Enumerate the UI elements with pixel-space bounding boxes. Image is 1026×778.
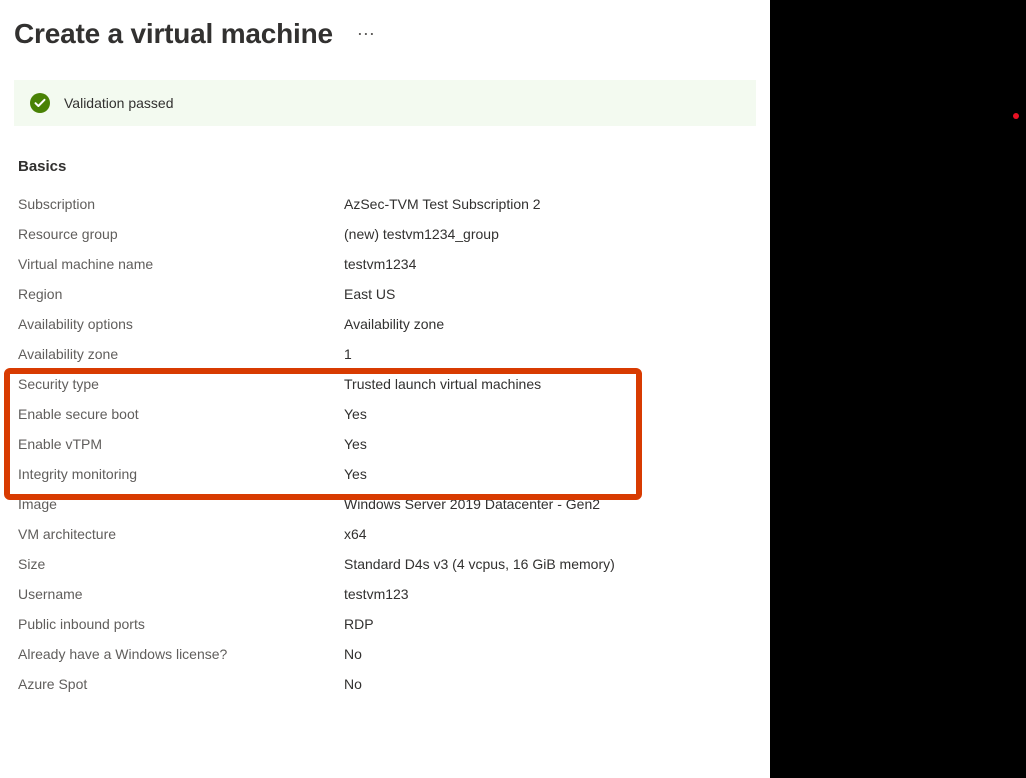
check-circle-icon <box>30 93 50 113</box>
label-security-type: Security type <box>18 374 344 394</box>
value-username: testvm123 <box>344 584 409 604</box>
basics-details: Subscription AzSec-TVM Test Subscription… <box>0 183 770 699</box>
value-availability-options: Availability zone <box>344 314 444 334</box>
row-windows-license: Already have a Windows license? No <box>18 639 752 669</box>
value-image: Windows Server 2019 Datacenter - Gen2 <box>344 494 600 514</box>
value-vm-architecture: x64 <box>344 524 367 544</box>
label-availability-zone: Availability zone <box>18 344 344 364</box>
label-vm-architecture: VM architecture <box>18 524 344 544</box>
row-vm-name: Virtual machine name testvm1234 <box>18 249 752 279</box>
label-subscription: Subscription <box>18 194 344 214</box>
annotation-dot-icon <box>1013 113 1019 119</box>
value-enable-vtpm: Yes <box>344 434 367 454</box>
label-image: Image <box>18 494 344 514</box>
value-subscription: AzSec-TVM Test Subscription 2 <box>344 194 541 214</box>
row-username: Username testvm123 <box>18 579 752 609</box>
validation-status-text: Validation passed <box>64 95 173 111</box>
value-enable-secure-boot: Yes <box>344 404 367 424</box>
row-integrity-monitoring: Integrity monitoring Yes <box>18 459 752 489</box>
value-vm-name: testvm1234 <box>344 254 416 274</box>
page-title: Create a virtual machine <box>14 18 333 50</box>
validation-banner: Validation passed <box>14 80 756 126</box>
more-actions-icon[interactable]: ⋯ <box>353 24 380 45</box>
label-size: Size <box>18 554 344 574</box>
row-resource-group: Resource group (new) testvm1234_group <box>18 219 752 249</box>
value-region: East US <box>344 284 395 304</box>
label-resource-group: Resource group <box>18 224 344 244</box>
value-availability-zone: 1 <box>344 344 352 364</box>
row-availability-options: Availability options Availability zone <box>18 309 752 339</box>
row-size: Size Standard D4s v3 (4 vcpus, 16 GiB me… <box>18 549 752 579</box>
label-azure-spot: Azure Spot <box>18 674 344 694</box>
create-vm-panel: Create a virtual machine ⋯ Validation pa… <box>0 0 770 778</box>
label-vm-name: Virtual machine name <box>18 254 344 274</box>
row-image: Image Windows Server 2019 Datacenter - G… <box>18 489 752 519</box>
row-security-type: Security type Trusted launch virtual mac… <box>18 369 752 399</box>
row-subscription: Subscription AzSec-TVM Test Subscription… <box>18 189 752 219</box>
row-region: Region East US <box>18 279 752 309</box>
row-enable-secure-boot: Enable secure boot Yes <box>18 399 752 429</box>
label-availability-options: Availability options <box>18 314 344 334</box>
page-header: Create a virtual machine ⋯ <box>0 0 770 62</box>
value-size: Standard D4s v3 (4 vcpus, 16 GiB memory) <box>344 554 615 574</box>
value-security-type: Trusted launch virtual machines <box>344 374 541 394</box>
label-integrity-monitoring: Integrity monitoring <box>18 464 344 484</box>
row-public-inbound-ports: Public inbound ports RDP <box>18 609 752 639</box>
label-windows-license: Already have a Windows license? <box>18 644 344 664</box>
value-windows-license: No <box>344 644 362 664</box>
value-public-inbound-ports: RDP <box>344 614 374 634</box>
section-title-basics: Basics <box>0 140 770 183</box>
row-availability-zone: Availability zone 1 <box>18 339 752 369</box>
value-azure-spot: No <box>344 674 362 694</box>
label-enable-secure-boot: Enable secure boot <box>18 404 344 424</box>
label-enable-vtpm: Enable vTPM <box>18 434 344 454</box>
label-region: Region <box>18 284 344 304</box>
row-vm-architecture: VM architecture x64 <box>18 519 752 549</box>
value-resource-group: (new) testvm1234_group <box>344 224 499 244</box>
row-azure-spot: Azure Spot No <box>18 669 752 699</box>
value-integrity-monitoring: Yes <box>344 464 367 484</box>
label-public-inbound-ports: Public inbound ports <box>18 614 344 634</box>
row-enable-vtpm: Enable vTPM Yes <box>18 429 752 459</box>
label-username: Username <box>18 584 344 604</box>
